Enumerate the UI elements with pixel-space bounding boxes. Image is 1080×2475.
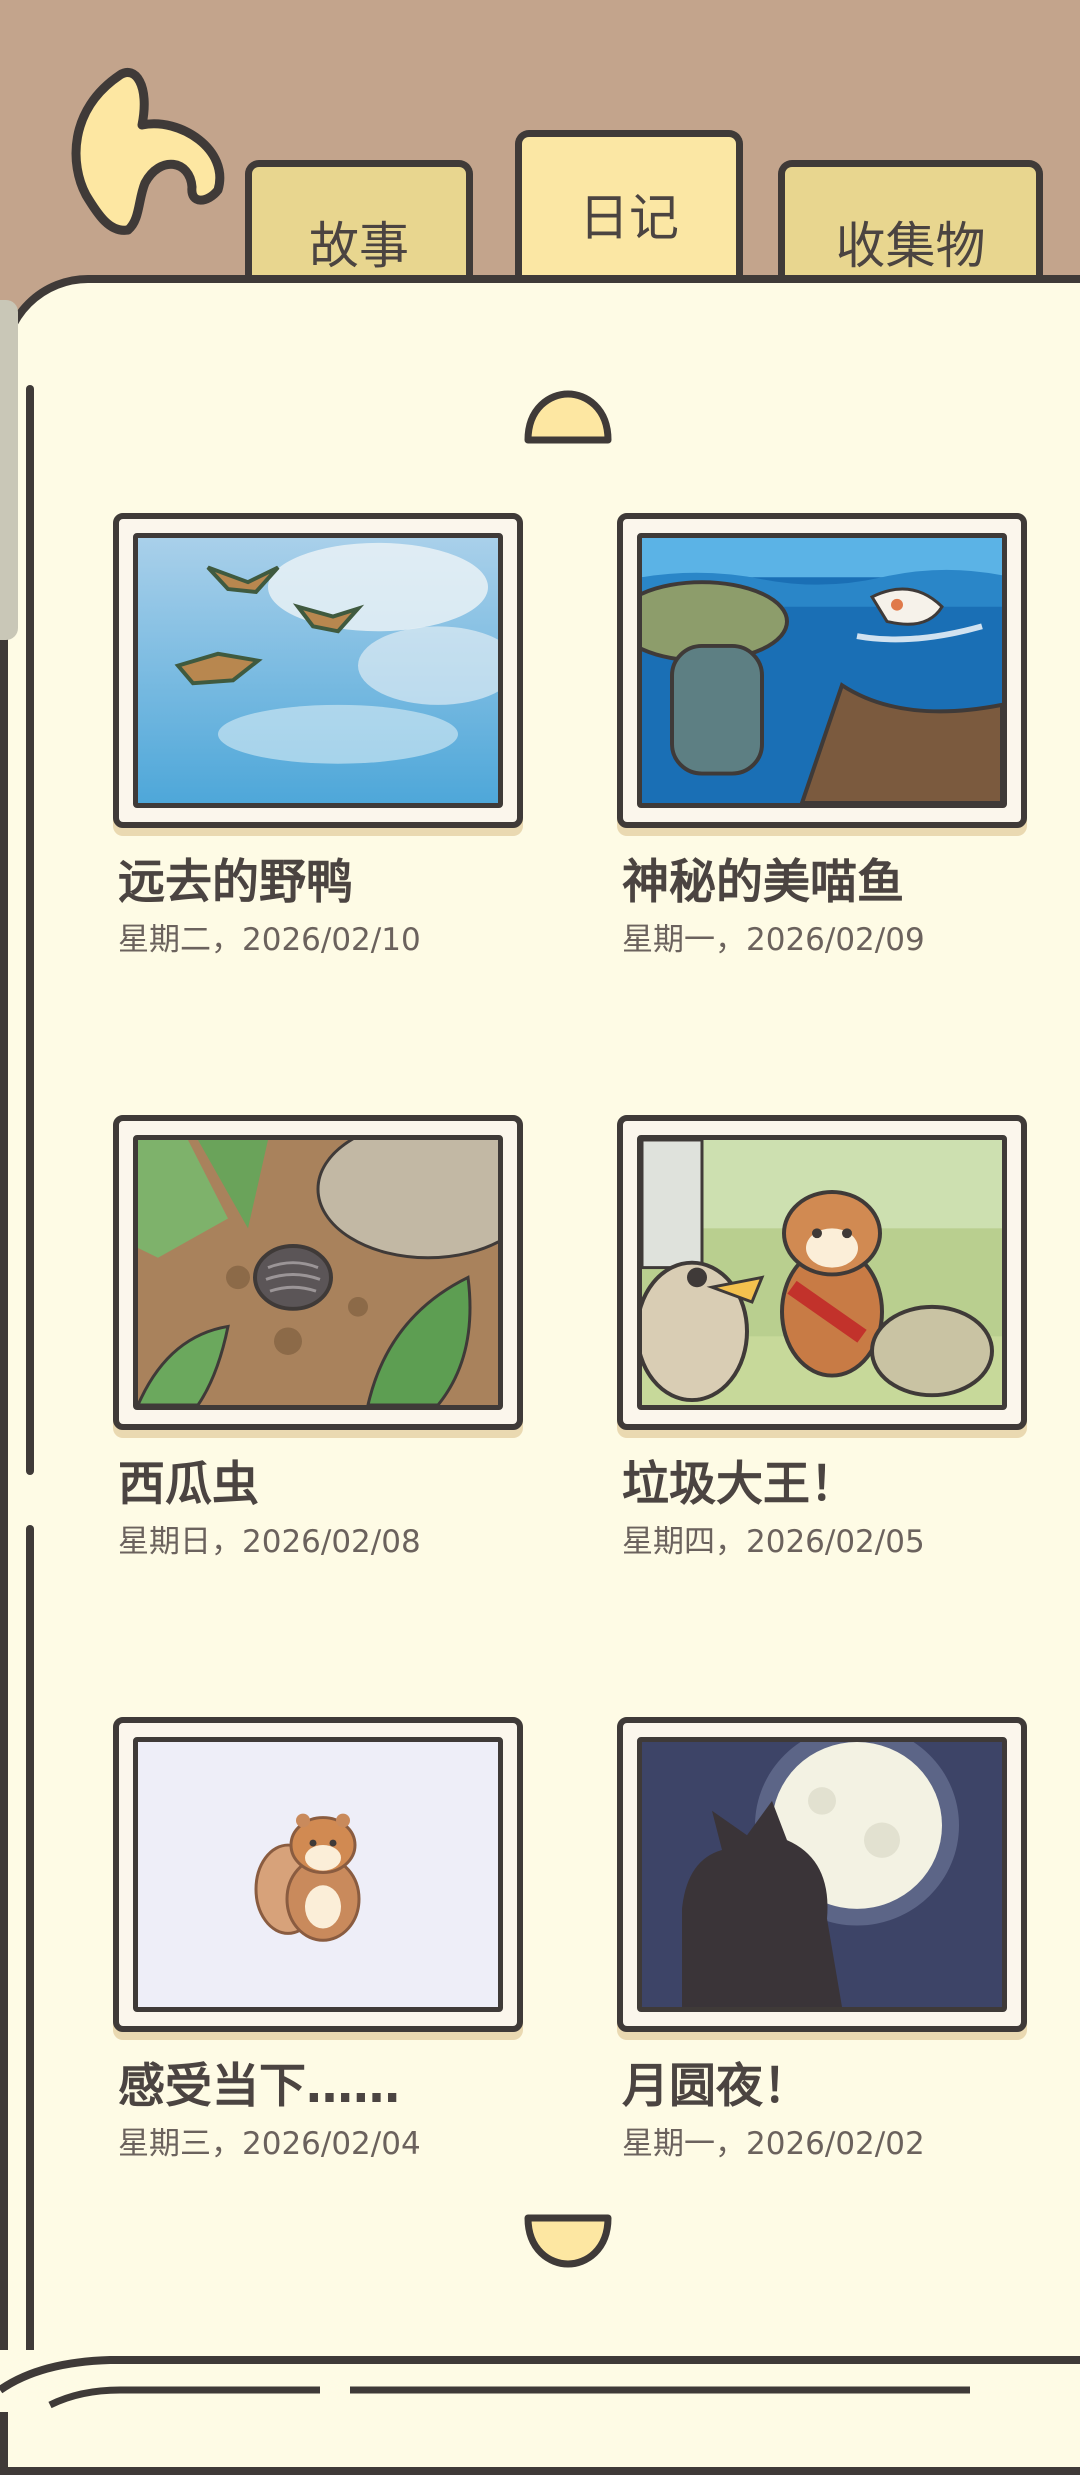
tab-collectibles-label: 收集物: [835, 217, 986, 275]
tab-story[interactable]: 故事: [245, 160, 473, 290]
page-down-icon[interactable]: [520, 2210, 616, 2270]
diary-entry-card[interactable]: 感受当下…… 星期三，2026/02/04: [113, 1717, 523, 2163]
page-up-icon[interactable]: [520, 388, 616, 448]
diary-entry-card[interactable]: 远去的野鸭 星期二，2026/02/10: [113, 513, 523, 959]
moon-cat-picture: [637, 1737, 1007, 2012]
pill-bug-picture: [133, 1135, 503, 1410]
entry-title: 感受当下……: [118, 2059, 400, 2114]
page-bottom-edge: [0, 2350, 1080, 2412]
tab-collectibles[interactable]: 收集物: [778, 160, 1043, 290]
entry-date: 星期二，2026/02/10: [118, 922, 421, 958]
entry-date: 星期四，2026/02/05: [622, 1524, 925, 1560]
tab-story-label: 故事: [309, 217, 409, 275]
fisherman-koi-picture: [637, 533, 1007, 808]
photo-frame: [113, 1115, 523, 1430]
squirrel-duck-picture: [637, 1135, 1007, 1410]
photo-frame: [617, 1115, 1027, 1430]
sitting-squirrel-picture: [133, 1737, 503, 2012]
scrollbar-thumb[interactable]: [0, 300, 18, 640]
photo-frame: [617, 1717, 1027, 2032]
entry-title: 神秘的美喵鱼: [622, 855, 904, 910]
tab-diary-label: 日记: [579, 188, 679, 247]
diary-entry-card[interactable]: 西瓜虫 星期日，2026/02/08: [113, 1115, 523, 1561]
entry-date: 星期一，2026/02/09: [622, 922, 925, 958]
entry-title: 西瓜虫: [118, 1457, 259, 1512]
page-left-rule: [26, 385, 34, 1475]
diary-entry-card[interactable]: 神秘的美喵鱼 星期一，2026/02/09: [617, 513, 1027, 959]
back-arrow-icon[interactable]: [50, 55, 250, 240]
entry-date: 星期三，2026/02/04: [118, 2126, 421, 2162]
entry-title: 月圆夜！: [622, 2059, 810, 2114]
photo-frame: [113, 1717, 523, 2032]
entry-date: 星期日，2026/02/08: [118, 1524, 421, 1560]
photo-frame: [617, 513, 1027, 828]
entry-date: 星期一，2026/02/02: [622, 2126, 925, 2162]
diary-entry-card[interactable]: 月圆夜！ 星期一，2026/02/02: [617, 1717, 1027, 2163]
entry-title: 远去的野鸭: [118, 855, 353, 910]
entry-title: 垃圾大王！: [622, 1457, 857, 1512]
wild-ducks-picture: [133, 533, 503, 808]
page-left-rule: [26, 1525, 34, 2355]
tab-diary[interactable]: 日记: [515, 130, 743, 290]
diary-entry-card[interactable]: 垃圾大王！ 星期四，2026/02/05: [617, 1115, 1027, 1561]
photo-frame: [113, 513, 523, 828]
